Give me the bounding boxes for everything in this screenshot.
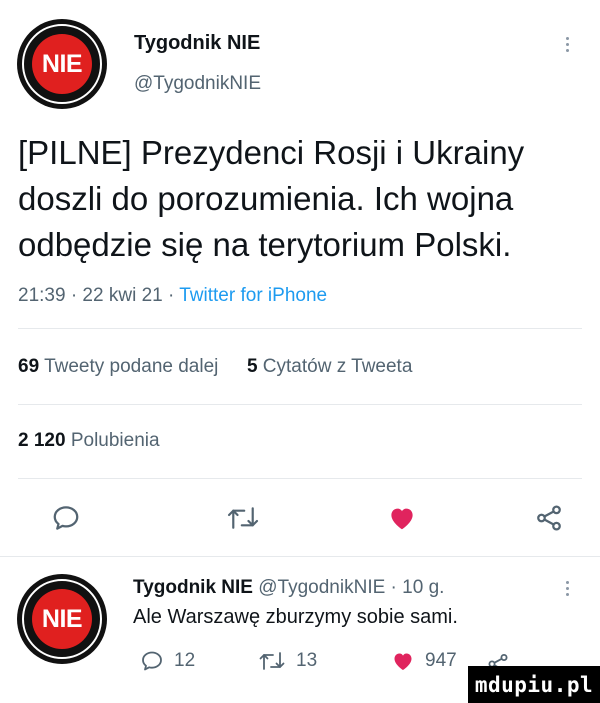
reply-count: 12 <box>174 650 196 671</box>
reply-header: Tygodnik NIE @TygodnikNIE · 10 g. <box>133 577 444 599</box>
retweet-count: 13 <box>296 650 318 671</box>
divider <box>0 556 600 557</box>
author-handle[interactable]: @TygodnikNIE <box>134 73 261 95</box>
reply-icon <box>142 651 162 671</box>
author-name[interactable]: Tygodnik NIE <box>134 32 260 55</box>
share-button[interactable] <box>534 503 564 533</box>
reply-author-name[interactable]: Tygodnik NIE <box>133 577 253 598</box>
tweet-timestamp[interactable]: 21:39 · 22 kwi 21 · <box>18 285 179 306</box>
share-icon <box>537 505 561 531</box>
divider <box>18 328 582 329</box>
avatar-logo-text: NIE <box>32 34 92 94</box>
like-count: 947 <box>425 650 457 671</box>
reply-retweet-button[interactable]: 13 <box>258 649 317 673</box>
reply-avatar[interactable]: NIE <box>17 574 107 664</box>
reply-button[interactable] <box>51 503 81 533</box>
tweet-text-line: doszli do porozumienia. Ich wojna <box>18 180 514 217</box>
tweet-meta: 21:39 · 22 kwi 21 · Twitter for iPhone <box>18 285 327 307</box>
reply-more-options-icon[interactable] <box>566 581 572 599</box>
avatar[interactable]: NIE <box>17 19 107 109</box>
divider <box>18 404 582 405</box>
reply-author-handle[interactable]: @TygodnikNIE · 10 g. <box>258 577 444 598</box>
retweet-button[interactable] <box>226 503 260 533</box>
tweet-text-line: odbędzie się na terytorium Polski. <box>18 226 512 263</box>
reply-icon <box>53 506 79 530</box>
likes-stats: 2 120 Polubienia <box>18 430 160 452</box>
retweets-label[interactable]: Tweety podane dalej <box>44 356 218 377</box>
retweet-icon <box>227 507 259 529</box>
reply-reply-button[interactable]: 12 <box>140 649 195 673</box>
quotes-label[interactable]: Cytatów z Tweeta <box>263 356 413 377</box>
tweet-text: [PILNE] Prezydenci Rosji i Ukrainy doszl… <box>18 130 584 268</box>
avatar-logo-text: NIE <box>32 589 92 649</box>
more-options-icon[interactable] <box>566 37 572 55</box>
divider <box>18 478 582 479</box>
like-icon <box>391 508 413 530</box>
tweet-text-line: [PILNE] Prezydenci Rosji i Ukrainy <box>18 134 525 171</box>
quotes-count[interactable]: 5 <box>247 356 258 377</box>
tweet-stats: 69 Tweety podane dalej 5 Cytatów z Tweet… <box>18 356 412 378</box>
like-button[interactable] <box>387 503 417 533</box>
watermark-logo: mdupiu.pl <box>468 666 600 703</box>
tweet-source-link[interactable]: Twitter for iPhone <box>179 285 327 306</box>
likes-label[interactable]: Polubienia <box>71 430 160 451</box>
reply-text: Ale Warszawę zburzymy sobie sami. <box>133 606 458 628</box>
reply-like-button[interactable]: 947 <box>391 649 457 673</box>
like-icon <box>394 653 412 670</box>
retweets-count[interactable]: 69 <box>18 356 39 377</box>
retweet-icon <box>259 652 285 670</box>
likes-count[interactable]: 2 120 <box>18 430 66 451</box>
